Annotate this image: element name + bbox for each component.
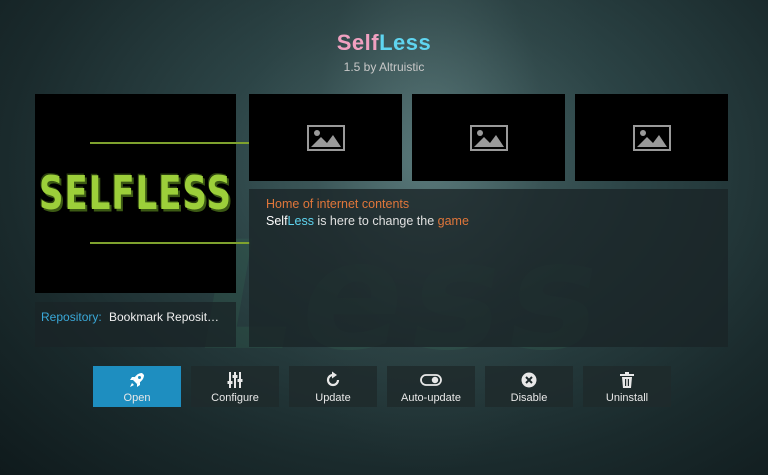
screenshot-placeholder-2[interactable] bbox=[412, 94, 565, 181]
image-icon bbox=[632, 124, 671, 151]
toggle-icon bbox=[420, 371, 442, 389]
addon-logo-text: SELFLESS bbox=[39, 166, 232, 221]
sliders-icon bbox=[226, 371, 244, 389]
open-button[interactable]: Open bbox=[93, 366, 181, 407]
image-icon bbox=[306, 124, 345, 151]
refresh-icon bbox=[324, 371, 342, 389]
auto-update-button-label: Auto-update bbox=[401, 392, 461, 404]
configure-button[interactable]: Configure bbox=[191, 366, 279, 407]
update-button-label: Update bbox=[315, 392, 351, 404]
auto-update-button[interactable]: Auto-update bbox=[387, 366, 475, 407]
rocket-icon bbox=[128, 371, 146, 389]
addon-version-author: 1.5 by Altruistic bbox=[343, 60, 425, 74]
uninstall-button-label: Uninstall bbox=[605, 392, 649, 404]
addon-logo-thumbnail: SELFLESS bbox=[35, 94, 250, 293]
screenshot-placeholder-3[interactable] bbox=[575, 94, 728, 181]
logo-decoration-line bbox=[90, 242, 250, 244]
repository-value: Bookmark Reposit… bbox=[109, 310, 220, 324]
addon-title-self: Self bbox=[336, 30, 380, 55]
trash-icon bbox=[618, 371, 636, 389]
disable-button[interactable]: Disable bbox=[485, 366, 573, 407]
description-text: SelfLess is here to change the game bbox=[266, 214, 469, 228]
addon-title: SelfLess bbox=[0, 30, 768, 56]
image-icon bbox=[469, 124, 508, 151]
update-button[interactable]: Update bbox=[289, 366, 377, 407]
description-less: Less bbox=[287, 214, 314, 228]
disable-icon bbox=[520, 371, 538, 389]
configure-button-label: Configure bbox=[211, 392, 259, 404]
screenshot-placeholder-1[interactable] bbox=[249, 94, 402, 181]
disable-button-label: Disable bbox=[510, 392, 548, 404]
open-button-label: Open bbox=[123, 392, 151, 404]
uninstall-button[interactable]: Uninstall bbox=[583, 366, 671, 407]
addon-header: SelfLess 1.5 by Altruistic bbox=[0, 30, 768, 74]
logo-decoration-line bbox=[90, 142, 250, 144]
description-middle: is here to change the bbox=[313, 214, 438, 228]
description-game: game bbox=[437, 214, 469, 228]
repository-info: Repository: Bookmark Reposit… bbox=[35, 302, 236, 347]
addon-title-less: Less bbox=[379, 30, 432, 55]
description-self: Self bbox=[266, 214, 288, 228]
description-heading: Home of internet contents bbox=[266, 197, 410, 211]
description-panel: Home of internet contents SelfLess is he… bbox=[249, 189, 728, 347]
repository-label: Repository: bbox=[41, 310, 102, 324]
